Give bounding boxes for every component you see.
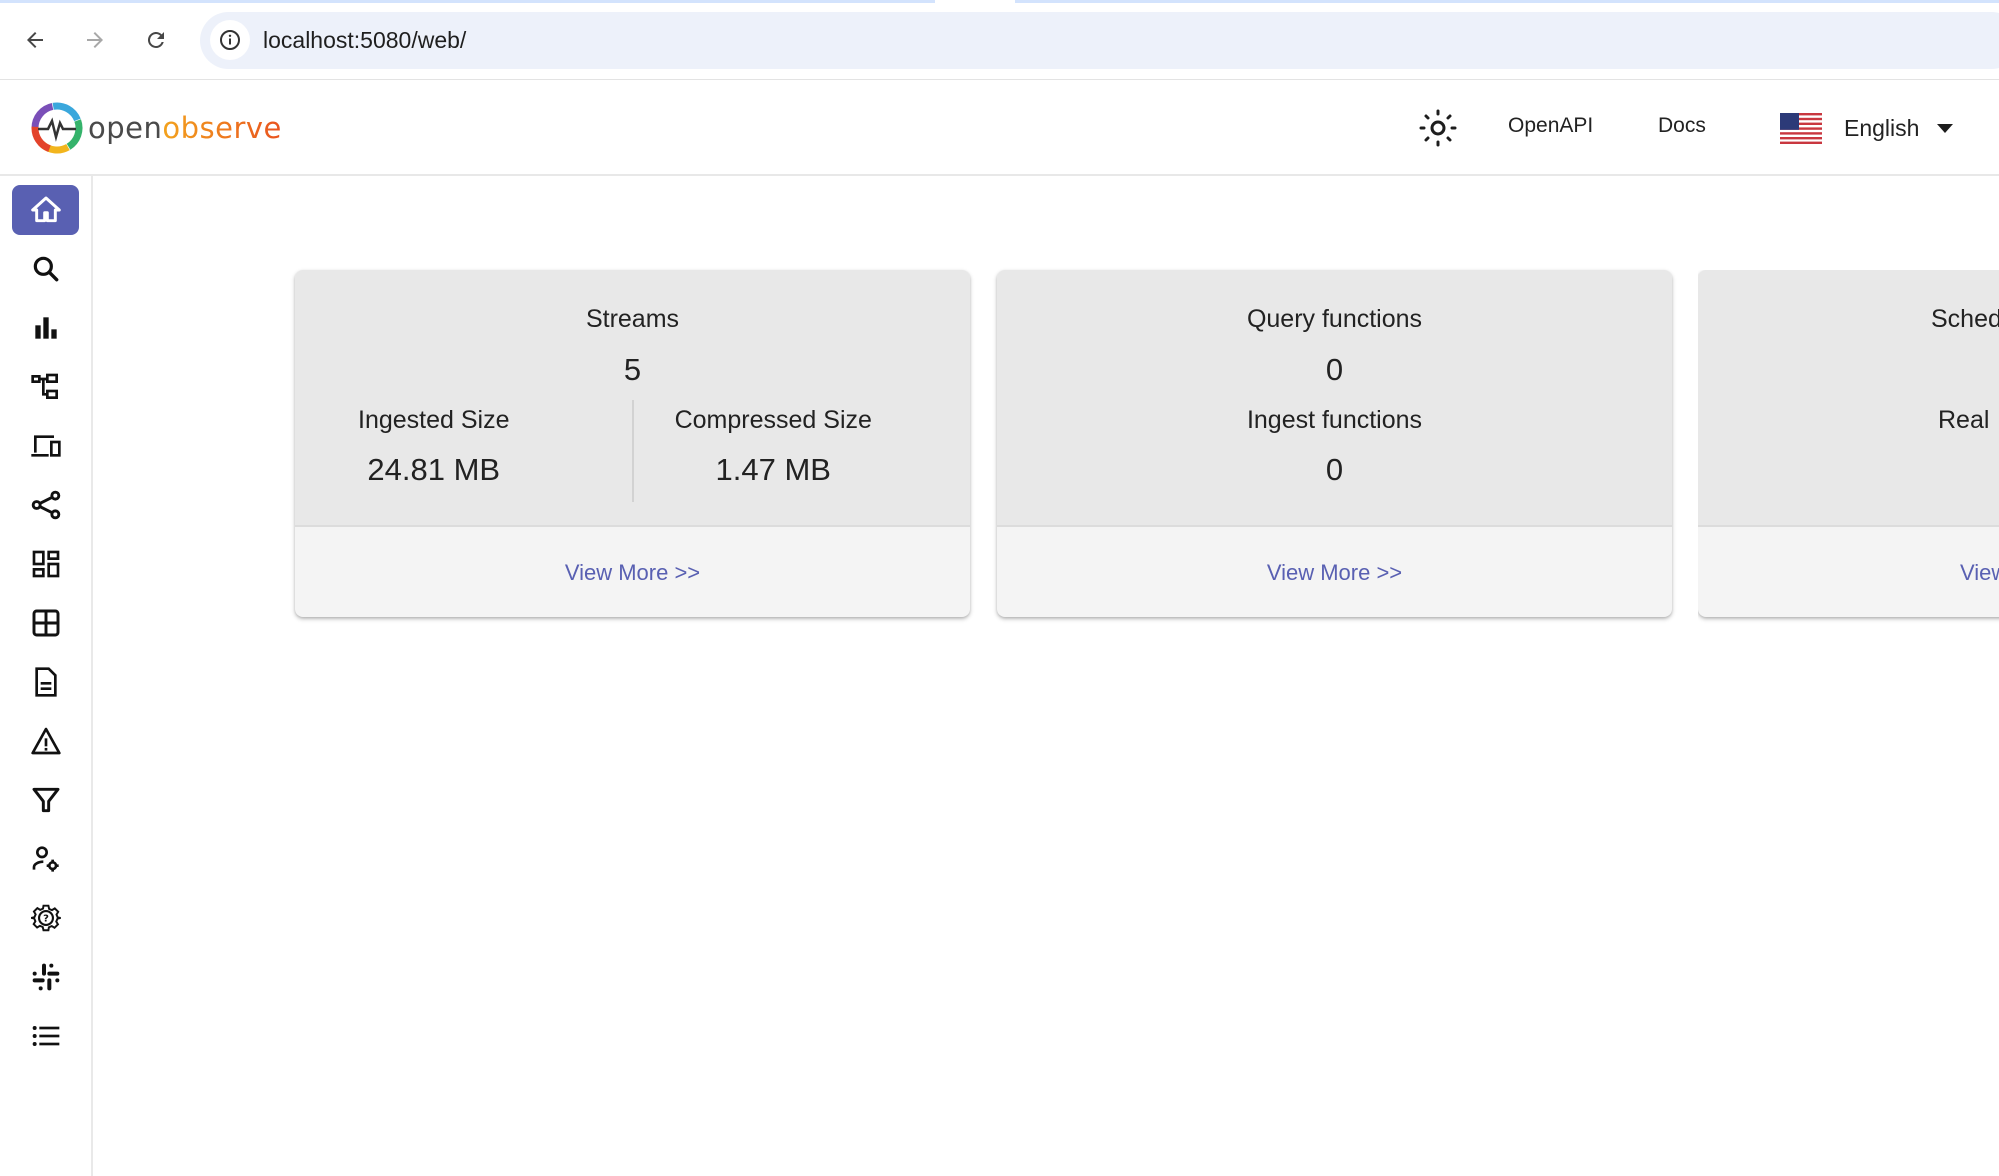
list-icon [32, 1026, 59, 1046]
search-icon [33, 256, 58, 282]
compressed-size-value: 1.47 MB [715, 452, 831, 487]
sidebar-item-logs[interactable] [12, 244, 79, 294]
user-settings-icon [32, 846, 59, 872]
sidebar-item-settings[interactable]: ? [12, 893, 79, 943]
us-flag-icon [1780, 112, 1822, 144]
sidebar: ? [0, 176, 93, 1176]
slack-icon [32, 963, 59, 991]
tab-strip [0, 0, 1999, 3]
site-info-button[interactable] [210, 20, 250, 60]
ingested-size-label: Ingested Size [358, 406, 510, 434]
streams-card: Streams 5 Ingested Size 24.81 MB Compres… [295, 270, 970, 617]
openobserve-logo[interactable]: openobserve [30, 100, 282, 156]
streams-card-footer: View More >> [295, 529, 970, 617]
reload-icon [147, 31, 164, 48]
address-bar[interactable]: localhost:5080/web/ [200, 12, 1999, 69]
sidebar-item-rum[interactable] [12, 421, 79, 471]
functions-card-summary: Query functions 0 Ingest functions 0 [997, 270, 1672, 527]
functions-card: Query functions 0 Ingest functions 0 Vie… [997, 270, 1672, 617]
sidebar-item-traces[interactable] [12, 362, 79, 412]
realtime-title: Real [1938, 406, 1990, 434]
svg-text:?: ? [43, 914, 49, 925]
scheduled-card: Sched Real View [1698, 270, 1999, 617]
language-selector[interactable]: English [1780, 108, 1954, 148]
openapi-link[interactable]: OpenAPI [1508, 114, 1593, 138]
account-tree-icon [30, 373, 58, 399]
browser-toolbar: localhost:5080/web/ [0, 0, 1999, 80]
scheduled-card-footer: View [1698, 529, 1999, 617]
query-functions-title: Query functions [1246, 305, 1423, 333]
docs-link[interactable]: Docs [1658, 114, 1706, 138]
ingested-size-value: 24.81 MB [367, 452, 501, 487]
bar-chart-icon [34, 317, 57, 339]
sidebar-item-iam[interactable] [12, 834, 79, 884]
compressed-size-section: Compressed Size 1.47 MB [633, 270, 971, 525]
forward-button[interactable] [77, 22, 113, 58]
logo-mark-icon [31, 102, 83, 154]
dashboard-icon [32, 550, 59, 578]
sidebar-item-pipelines[interactable] [12, 480, 79, 530]
scheduled-card-summary: Sched Real [1698, 270, 1999, 527]
sidebar-item-streams[interactable] [12, 598, 79, 648]
caret-down-icon [1937, 123, 1954, 133]
grid-icon [32, 609, 59, 637]
document-icon [34, 667, 57, 697]
sidebar-item-alerts[interactable] [12, 716, 79, 766]
functions-card-footer: View More >> [997, 529, 1672, 617]
functions-view-more-link[interactable]: View More >> [1267, 560, 1402, 586]
sidebar-item-reports[interactable] [12, 657, 79, 707]
logo-text: openobserve [88, 111, 282, 145]
query-functions-count: 0 [1325, 352, 1344, 387]
scheduled-card-viewport: Sched Real View [1698, 270, 1999, 630]
arrow-left-icon [27, 32, 43, 48]
app-header: openobserve OpenAPI Docs English [0, 80, 1999, 176]
sidebar-item-functions[interactable] [12, 775, 79, 825]
arrow-right-icon [87, 32, 103, 48]
sidebar-item-about[interactable] [12, 1011, 79, 1061]
filter-icon [32, 787, 59, 813]
scheduled-view-more-link[interactable]: View [1960, 560, 1999, 586]
devices-icon [30, 435, 61, 457]
streams-card-summary: Streams 5 Ingested Size 24.81 MB Compres… [295, 270, 970, 527]
language-label: English [1844, 114, 1920, 141]
back-button[interactable] [17, 22, 53, 58]
sidebar-item-slack[interactable] [12, 952, 79, 1002]
reload-button[interactable] [138, 22, 174, 58]
warning-icon [30, 727, 61, 755]
theme-toggle-button[interactable] [1418, 108, 1458, 148]
scheduled-title: Sched [1931, 305, 1999, 333]
home-icon [30, 196, 61, 223]
compressed-size-label: Compressed Size [674, 406, 872, 434]
sidebar-item-metrics[interactable] [12, 303, 79, 353]
sidebar-item-home[interactable] [12, 185, 79, 235]
info-icon [220, 30, 240, 50]
sun-icon [1419, 109, 1457, 147]
streams-view-more-link[interactable]: View More >> [565, 560, 700, 586]
ingested-size-section: Ingested Size 24.81 MB [295, 270, 633, 525]
ingest-functions-title: Ingest functions [1246, 406, 1423, 434]
url-text[interactable]: localhost:5080/web/ [263, 27, 466, 54]
ingest-functions-count: 0 [1325, 452, 1344, 487]
share-icon [31, 490, 60, 520]
help-gear-icon: ? [30, 904, 61, 932]
sidebar-item-dashboards[interactable] [12, 539, 79, 589]
